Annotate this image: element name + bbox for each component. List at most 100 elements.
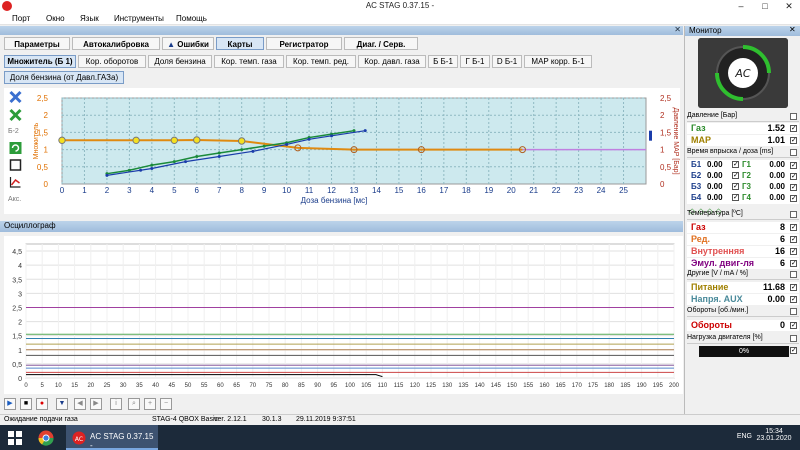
tab-autocalibration[interactable]: Автокалибровка	[72, 37, 160, 50]
temperature-check[interactable]: ✓	[790, 236, 797, 243]
other-checkbox[interactable]	[790, 271, 797, 278]
record-icon[interactable]: ●	[36, 398, 48, 410]
temperature-label: Ред.	[691, 234, 710, 244]
injection-row: Б4 0.00 ✓ Г4 0.00 ✓	[687, 193, 799, 204]
gas-injector-check[interactable]: ✓	[790, 195, 797, 202]
map-y-left-tick-label: 1	[44, 146, 49, 155]
gas-injector-check[interactable]: ✓	[790, 184, 797, 191]
map-chart[interactable]: 0 1 2 3 4 5 6 7 8 9 10 11 12 13 14 15 16 17 18 19 20 21 22 23 24…	[4, 88, 680, 214]
info-icon[interactable]: i	[110, 398, 122, 410]
windows-start-icon[interactable]	[8, 431, 22, 445]
subtab-petrol-share[interactable]: Доля бензина	[148, 55, 212, 68]
zoom-in-icon[interactable]: +	[144, 398, 156, 410]
temperature-checkbox[interactable]	[790, 211, 797, 218]
stop-icon[interactable]: ■	[20, 398, 32, 410]
cross-blue-icon[interactable]	[8, 90, 23, 104]
map-x-tick-label: 25	[619, 186, 628, 195]
temperature-check[interactable]: ✓	[790, 248, 797, 255]
accessory-label[interactable]: Акс.	[8, 196, 21, 203]
tab-recorder[interactable]: Регистратор	[266, 37, 342, 50]
temperature-check[interactable]: ✓	[790, 224, 797, 231]
petrol-injector-check[interactable]: ✓	[732, 161, 739, 168]
petrol-injector-value: 0.00	[707, 171, 723, 180]
subtab-rpm-corr[interactable]: Кор. оборотов	[78, 55, 146, 68]
osc-x-tick-label: 0	[24, 383, 28, 389]
square-icon[interactable]	[8, 158, 23, 172]
gas-injector-label: Г3	[742, 182, 751, 191]
gas-injector-check[interactable]: ✓	[790, 162, 797, 169]
subtab-red-temp-corr[interactable]: Кор. темп. ред.	[286, 55, 356, 68]
subtab-gas-temp-corr[interactable]: Кор. темп. газа	[214, 55, 284, 68]
subtab-map-corr[interactable]: MAP корр. Б-1	[524, 55, 592, 68]
menu-tools[interactable]: Инструменты	[114, 14, 164, 23]
next-icon[interactable]: ▶	[90, 398, 102, 410]
close-window-button[interactable]: ✕	[778, 0, 800, 12]
map-pressure-check[interactable]: ✓	[790, 137, 797, 144]
osc-x-tick-label: 65	[233, 383, 240, 389]
rpm-check[interactable]: ✓	[790, 322, 797, 329]
gas-injector-check[interactable]: ✓	[790, 173, 797, 180]
language-indicator[interactable]: ENG	[737, 433, 752, 440]
subtab-db1[interactable]: D Б-1	[492, 55, 522, 68]
map-pressure-label: MAP	[691, 135, 711, 145]
maximize-button[interactable]: □	[754, 0, 776, 12]
osc-x-tick-label: 190	[637, 383, 648, 389]
subtab-bb1[interactable]: Б Б-1	[428, 55, 458, 68]
menu-port[interactable]: Порт	[12, 14, 30, 23]
osc-x-tick-label: 180	[604, 383, 615, 389]
osc-x-tick-label: 55	[201, 383, 208, 389]
power-value: 11.68	[762, 282, 785, 292]
cross-green-icon[interactable]	[8, 108, 23, 122]
gas-pressure-check[interactable]: ✓	[790, 125, 797, 132]
zoom-icon[interactable]: ⌕	[128, 398, 140, 410]
temperature-check[interactable]: ✓	[790, 260, 797, 267]
tab-maps[interactable]: Карты	[216, 37, 264, 50]
menu-language[interactable]: Язык	[80, 14, 99, 23]
chrome-icon[interactable]	[38, 430, 54, 446]
bank2-label[interactable]: Б-2	[8, 128, 19, 135]
osc-x-tick-label: 35	[136, 383, 143, 389]
chart-line-icon[interactable]	[8, 175, 23, 189]
power-check[interactable]: ✓	[790, 284, 797, 291]
subtab-gas-press-corr[interactable]: Кор. давл. газа	[358, 55, 426, 68]
app-window: AC STAG 0.37.15 - – □ ✕ Порт Окно Язык И…	[0, 0, 800, 450]
osc-x-tick-label: 95	[330, 383, 337, 389]
menu-help[interactable]: Помощь	[176, 14, 207, 23]
oscillograph-chart[interactable]: 0 0,5 1 1,5 2 2,5 3 3,5 4 4,5 0 5 10 15 20 25 30 35 40 45 50…	[4, 236, 683, 394]
aux-check[interactable]: ✓	[790, 296, 797, 303]
tab-parameters[interactable]: Параметры	[4, 37, 70, 50]
load-check[interactable]: ✓	[790, 347, 797, 354]
gas-dose-point	[172, 160, 176, 164]
subtab-petrol-share-gas-press[interactable]: Доля бензина (от Давл.ГАЗа)	[4, 71, 124, 84]
osc-x-tick-label: 160	[539, 383, 550, 389]
menu-window[interactable]: Окно	[46, 14, 65, 23]
map-x-tick-label: 5	[172, 186, 177, 195]
pressure-checkbox[interactable]	[790, 113, 797, 120]
petrol-dose-point	[150, 167, 154, 171]
monitor-close-icon[interactable]: ✕	[789, 25, 796, 34]
prev-icon[interactable]: ◀	[74, 398, 86, 410]
tab-diag-service[interactable]: Диаг. / Серв.	[344, 37, 418, 50]
map-y-left-tick-label: 0	[44, 180, 49, 189]
zoom-out-icon[interactable]: −	[160, 398, 172, 410]
tab-errors[interactable]: ▲ Ошибки	[162, 37, 214, 50]
refresh-icon[interactable]	[8, 141, 23, 155]
petrol-dose-point	[285, 142, 289, 146]
petrol-injector-check[interactable]: ✓	[732, 194, 739, 201]
subtab-gb1[interactable]: Г Б-1	[460, 55, 490, 68]
taskbar: AC AC STAG 0.37.15 - ENG 15:34 23.01.202…	[0, 425, 800, 450]
load-checkbox[interactable]	[790, 335, 797, 342]
system-clock[interactable]: 15:34 23.01.2020	[754, 428, 794, 442]
taskbar-app-acstag[interactable]: AC AC STAG 0.37.15 -	[66, 425, 158, 450]
injection-checkbox[interactable]	[790, 149, 797, 156]
petrol-injector-check[interactable]: ✓	[732, 183, 739, 190]
save-icon[interactable]: ▼	[56, 398, 68, 410]
close-panel-icon[interactable]: ✕	[674, 25, 681, 34]
rpm-checkbox[interactable]	[790, 308, 797, 315]
minimize-button[interactable]: –	[730, 0, 752, 12]
osc-x-tick-label: 155	[523, 383, 534, 389]
petrol-injector-check[interactable]: ✓	[732, 172, 739, 179]
subtab-multiplier[interactable]: Множитель (Б 1)	[4, 55, 76, 68]
petrol-dose-point	[251, 149, 255, 153]
play-icon[interactable]: ▶	[4, 398, 16, 410]
